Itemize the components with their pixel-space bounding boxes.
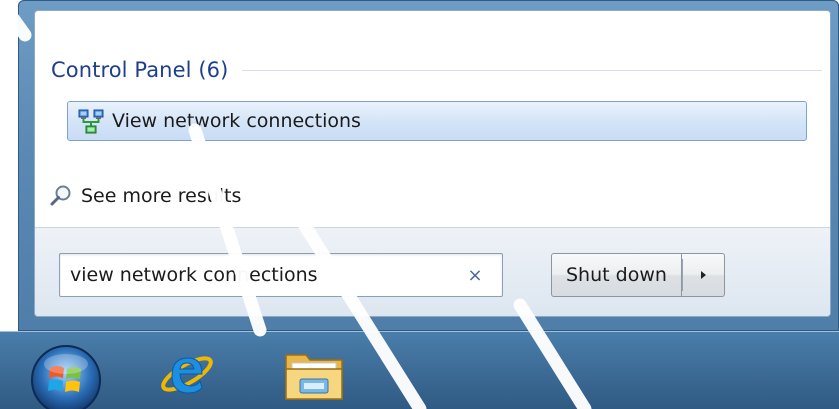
network-connections-icon [78, 108, 104, 134]
internet-explorer-icon[interactable] [158, 344, 216, 402]
results-section-header: Control Panel (6) [51, 55, 822, 85]
start-menu: Control Panel (6) View network connectio… [18, 0, 839, 331]
chevron-right-icon [700, 271, 706, 279]
section-title[interactable]: Control Panel (6) [51, 58, 228, 82]
search-box[interactable]: × [59, 253, 503, 297]
see-more-results-link[interactable]: See more results [49, 181, 241, 211]
see-more-results-label: See more results [81, 185, 242, 207]
taskbar [0, 331, 839, 409]
result-item-label: View network connections [112, 110, 361, 132]
search-results-panel: Control Panel (6) View network connectio… [34, 10, 831, 317]
desktop-screen: Control Panel (6) View network connectio… [0, 0, 839, 409]
shutdown-options-button[interactable] [680, 253, 725, 297]
section-divider [242, 69, 822, 71]
clear-search-icon[interactable]: × [460, 260, 490, 290]
result-item-view-network-connections[interactable]: View network connections [67, 101, 807, 141]
search-input[interactable] [60, 253, 460, 297]
windows-explorer-icon[interactable] [280, 345, 348, 405]
search-icon [49, 184, 73, 208]
power-controls: Shut down [551, 253, 725, 297]
start-orb-icon[interactable] [28, 342, 104, 409]
shut-down-button[interactable]: Shut down [551, 253, 681, 297]
